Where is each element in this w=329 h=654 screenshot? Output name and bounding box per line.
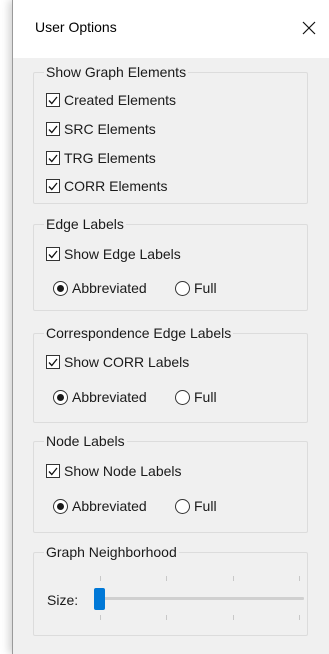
check-icon [48, 467, 58, 475]
check-icon [48, 250, 58, 258]
corr-abbreviated-label: Abbreviated [72, 389, 147, 405]
corr-edge-labels-legend: Correspondence Edge Labels [46, 325, 232, 341]
dialog-title: User Options [35, 19, 117, 35]
created-elements-checkbox[interactable]: Created Elements [46, 92, 176, 108]
radio-button[interactable] [175, 389, 190, 405]
corr-full-radio[interactable]: Full [175, 389, 217, 405]
edge-full-label: Full [194, 280, 217, 296]
title-bar: User Options [13, 0, 329, 58]
checkbox[interactable] [46, 355, 60, 369]
slider-tick [233, 615, 234, 620]
node-labels-group: Node Labels [33, 433, 308, 533]
check-icon [48, 125, 58, 133]
show-corr-labels-checkbox[interactable]: Show CORR Labels [46, 354, 189, 370]
src-elements-label: SRC Elements [64, 121, 156, 137]
radio-button[interactable] [175, 280, 190, 296]
checkbox[interactable] [46, 93, 60, 107]
edge-labels-legend: Edge Labels [46, 216, 124, 232]
edge-labels-group: Edge Labels [33, 216, 308, 311]
show-edge-labels-label: Show Edge Labels [64, 246, 181, 262]
node-full-radio[interactable]: Full [175, 498, 217, 514]
radio-button[interactable] [53, 498, 68, 514]
radio-button[interactable] [53, 280, 68, 296]
show-edge-labels-checkbox[interactable]: Show Edge Labels [46, 246, 181, 262]
checkbox[interactable] [46, 151, 60, 165]
node-labels-legend: Node Labels [46, 433, 125, 449]
edge-abbreviated-radio[interactable]: Abbreviated [53, 280, 147, 296]
close-icon [302, 21, 316, 35]
show-node-labels-checkbox[interactable]: Show Node Labels [46, 463, 182, 479]
corr-full-label: Full [194, 389, 217, 405]
corr-abbreviated-radio[interactable]: Abbreviated [53, 389, 147, 405]
checkbox[interactable] [46, 122, 60, 136]
graph-elements-legend: Show Graph Elements [46, 64, 187, 80]
edge-full-radio[interactable]: Full [175, 280, 217, 296]
corr-elements-checkbox[interactable]: CORR Elements [46, 178, 167, 194]
checkbox[interactable] [46, 247, 60, 261]
size-slider[interactable] [92, 574, 308, 634]
trg-elements-label: TRG Elements [64, 150, 156, 166]
radio-button[interactable] [175, 498, 190, 514]
checkbox[interactable] [46, 464, 60, 478]
slider-tick [100, 615, 101, 620]
node-full-label: Full [194, 498, 217, 514]
slider-tick [299, 576, 300, 581]
show-corr-labels-label: Show CORR Labels [64, 354, 190, 370]
radio-button[interactable] [53, 389, 68, 405]
edge-abbreviated-label: Abbreviated [72, 280, 147, 296]
check-icon [48, 358, 58, 366]
size-label: Size: [47, 592, 79, 608]
close-button[interactable] [289, 10, 329, 46]
slider-tick [299, 615, 300, 620]
trg-elements-checkbox[interactable]: TRG Elements [46, 150, 156, 166]
check-icon [48, 96, 58, 104]
check-icon [48, 182, 58, 190]
slider-tick [100, 576, 101, 581]
created-elements-label: Created Elements [64, 92, 177, 108]
slider-track [94, 597, 304, 600]
check-icon [48, 154, 58, 162]
corr-edge-labels-group: Correspondence Edge Labels [33, 325, 308, 423]
node-abbreviated-label: Abbreviated [72, 498, 147, 514]
corr-elements-label: CORR Elements [64, 178, 168, 194]
slider-tick [166, 615, 167, 620]
slider-thumb[interactable] [94, 588, 105, 610]
slider-tick [166, 576, 167, 581]
node-abbreviated-radio[interactable]: Abbreviated [53, 498, 147, 514]
graph-neighborhood-legend: Graph Neighborhood [46, 544, 177, 560]
checkbox[interactable] [46, 179, 60, 193]
slider-tick [233, 576, 234, 581]
src-elements-checkbox[interactable]: SRC Elements [46, 121, 156, 137]
show-node-labels-label: Show Node Labels [64, 463, 182, 479]
user-options-dialog: User Options Show Graph Elements Created… [12, 0, 329, 654]
